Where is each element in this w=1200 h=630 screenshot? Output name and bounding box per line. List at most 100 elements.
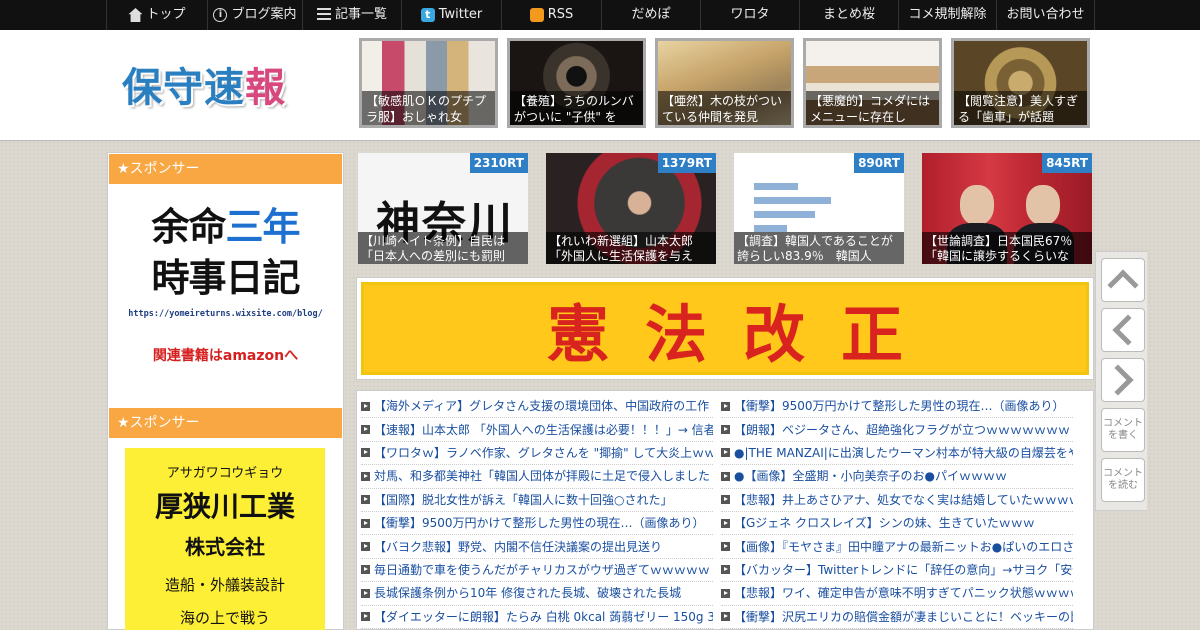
article-link[interactable]: 【朗報】ベジータさん、超絶強化フラグが立つｗｗｗｗｗｗｗ bbox=[721, 418, 1073, 442]
header-thumb[interactable]: 【唖然】木の枝がついている仲間を発見 bbox=[655, 38, 794, 128]
arrow-bullet-icon bbox=[721, 565, 730, 575]
arrow-bullet-icon bbox=[721, 495, 730, 505]
article-link-text: 【衝撃】沢尻エリカの賠償金額が凄まじいことに！ベッキーの比じ bbox=[734, 609, 1073, 624]
top-navigation: トップ i ブログ案内 記事一覧 t Twitter RSS だめぽ ワロタ まとめ… bbox=[0, 0, 1200, 30]
nav-top[interactable]: トップ bbox=[106, 0, 207, 30]
article-link[interactable]: 【悲報】ワイ、確定申告が意味不明すぎてパニック状態ｗｗｗｗｗ bbox=[721, 582, 1073, 606]
ranking-card[interactable]: 神奈川 2310RT 【川崎ヘイト条例】自民は「日本人への差別にも罰則 bbox=[358, 153, 528, 264]
article-link-text: 【画像】『モヤさま』田中瞳アナの最新ニットお●ぱいのエロさがヤ bbox=[734, 539, 1073, 554]
sponsor-banner-yomei[interactable]: 余命三年 時事日記 https://yomeireturns.wixsite.c… bbox=[108, 189, 343, 389]
write-comment-button[interactable]: コメントを書く bbox=[1101, 408, 1145, 452]
article-link-text: 【朗報】ベジータさん、超絶強化フラグが立つｗｗｗｗｗｗｗ bbox=[734, 422, 1071, 437]
article-link[interactable]: ●|THE MANZAI|に出演したウーマン村本が特大級の自爆芸をやらか bbox=[721, 442, 1073, 466]
prev-article-button[interactable] bbox=[1101, 308, 1145, 352]
article-link[interactable]: 【衝撃】9500万円かけて整形した男性の現在…（画像あり） bbox=[721, 395, 1073, 419]
header-thumb[interactable]: 【敏感肌ＯＫのプチプラ服】おしゃれ女 bbox=[359, 38, 498, 128]
read-comment-button[interactable]: コメントを読む bbox=[1101, 458, 1145, 502]
nav-label: お問い合わせ bbox=[1006, 7, 1085, 22]
nav-damepo[interactable]: だめぽ bbox=[601, 0, 700, 30]
logo-accent: 報 bbox=[245, 65, 286, 111]
scroll-top-button[interactable] bbox=[1101, 258, 1145, 302]
article-link[interactable]: 【Gジェネ クロスレイズ】シンの妹、生きていたｗｗｗ bbox=[721, 512, 1073, 536]
arrow-bullet-icon bbox=[721, 612, 730, 622]
nav-article-list[interactable]: 記事一覧 bbox=[302, 0, 401, 30]
article-link[interactable]: ●【画像】全盛期・小向美奈子のお●パイｗｗｗｗ bbox=[721, 465, 1073, 489]
nav-label: トップ bbox=[146, 7, 186, 22]
nav-twitter[interactable]: t Twitter bbox=[401, 0, 501, 30]
sidebar: ★スポンサー 余命三年 時事日記 https://yomeireturns.wi… bbox=[107, 152, 344, 630]
article-link[interactable]: 【悲報】井上あさひアナ、処女でなく実は結婚していたｗｗｗｗｗ bbox=[721, 489, 1073, 512]
arrow-bullet-icon bbox=[361, 425, 370, 435]
nav-label: RSS bbox=[547, 7, 574, 22]
ranking-card[interactable]: 845RT 【世論調査】日本国民67％「韓国に譲歩するくらいな bbox=[922, 153, 1092, 264]
amazon-link[interactable]: 関連書籍はamazonへ bbox=[108, 345, 343, 365]
article-link[interactable]: 【衝撃】沢尻エリカの賠償金額が凄まじいことに！ベッキーの比じ bbox=[721, 606, 1073, 629]
nav-contact[interactable]: お問い合わせ bbox=[996, 0, 1095, 30]
company-tagline: 海の上で戦う bbox=[179, 609, 270, 627]
arrow-bullet-icon bbox=[721, 542, 730, 552]
article-link-text: 【悲報】ワイ、確定申告が意味不明すぎてパニック状態ｗｗｗｗｗ bbox=[734, 586, 1073, 601]
article-link[interactable]: 【ダイエッターに朗報】たらみ 白桃 0kcal 蒟蒻ゼリー 150g 30個 bbox=[361, 606, 713, 629]
article-link[interactable]: 【国際】脱北女性が訴え「韓国人に数十回強○された」 bbox=[361, 489, 713, 512]
article-link-text: ●【画像】全盛期・小向美奈子のお●パイｗｗｗｗ bbox=[734, 469, 1007, 484]
nav-label: まとめ桜 bbox=[822, 7, 875, 22]
banner-title-a: 余命 bbox=[151, 205, 226, 249]
link-column-left: 【海外メディア】グレタさん支援の環境団体、中国政府の工作【速報】山本太郎 「外国… bbox=[361, 395, 713, 629]
ranking-cards: 神奈川 2310RT 【川崎ヘイト条例】自民は「日本人への差別にも罰則 1379… bbox=[358, 153, 1092, 264]
sponsor-heading: ★スポンサー bbox=[109, 408, 342, 438]
home-icon bbox=[128, 8, 143, 22]
article-link[interactable]: 対馬、和多都美神社「韓国人団体が拝殿に土足で侵入しました bbox=[361, 465, 713, 489]
thumb-caption: 【養殖】うちのルンバがついに "子供" を bbox=[510, 91, 643, 125]
next-article-button[interactable] bbox=[1101, 358, 1145, 402]
company-type: 株式会社 bbox=[185, 535, 265, 559]
article-link-text: 【バカッター】Twitterトレンドに「辞任の意向」→サヨク「安倍 bbox=[734, 562, 1073, 577]
article-link[interactable]: 毎日通勤で車を使うんだがチャリカスがウザ過ぎてｗｗｗｗｗ bbox=[361, 559, 713, 583]
article-link[interactable]: 【バカッター】Twitterトレンドに「辞任の意向」→サヨク「安倍 bbox=[721, 559, 1073, 583]
ranking-card[interactable]: 1379RT 【れいわ新選組】山本太郎「外国人に生活保護を与え bbox=[546, 153, 716, 264]
nav-warota[interactable]: ワロタ bbox=[700, 0, 799, 30]
card-chart-image bbox=[754, 183, 864, 239]
article-link[interactable]: 【画像】『モヤさま』田中瞳アナの最新ニットお●ぱいのエロさがヤ bbox=[721, 535, 1073, 559]
nav-label: だめぽ bbox=[631, 7, 671, 22]
article-link[interactable]: 長城保護条例から10年 修復された長城、破壊された長城 bbox=[361, 582, 713, 606]
article-link-text: 【速報】山本太郎 「外国人への生活保護は必要！！！」→ 信者 bbox=[374, 422, 713, 437]
info-icon: i bbox=[213, 8, 228, 22]
header-thumb[interactable]: 【閲覧注意】美人すぎる「歯車」が話題 bbox=[951, 38, 1090, 128]
banner-url: https://yomeireturns.wixsite.com/blog/ bbox=[128, 309, 323, 319]
article-link-text: 毎日通勤で車を使うんだがチャリカスがウザ過ぎてｗｗｗｗｗ bbox=[374, 562, 710, 577]
nav-comment-unblock[interactable]: コメ規制解除 bbox=[898, 0, 996, 30]
nav-rss[interactable]: RSS bbox=[501, 0, 601, 30]
company-business: 造船・外艤装設計 bbox=[164, 576, 285, 594]
card-caption: 【調査】韓国人であることが誇らしい83.9％ 韓国人 bbox=[734, 232, 904, 264]
sponsor-heading: ★スポンサー bbox=[109, 154, 342, 184]
arrow-bullet-icon bbox=[361, 471, 370, 481]
article-link-text: ●|THE MANZAI|に出演したウーマン村本が特大級の自爆芸をやらか bbox=[734, 445, 1073, 460]
article-link[interactable]: 【バヨク悲報】野党、内閣不信任決議案の提出見送り bbox=[361, 535, 713, 559]
header-thumbnails: 【敏感肌ＯＫのプチプラ服】おしゃれ女 【養殖】うちのルンバがついに "子供" を… bbox=[359, 38, 1090, 128]
article-link-text: 【ダイエッターに朗報】たらみ 白桃 0kcal 蒟蒻ゼリー 150g 30個 bbox=[374, 609, 713, 624]
article-link-text: 【衝撃】9500万円かけて整形した男性の現在…（画像あり） bbox=[734, 399, 1065, 414]
arrow-bullet-icon bbox=[721, 448, 730, 458]
article-link[interactable]: 【速報】山本太郎 「外国人への生活保護は必要！！！」→ 信者 bbox=[361, 418, 713, 442]
rt-badge: 845RT bbox=[1042, 153, 1092, 173]
nav-blog-guide[interactable]: i ブログ案内 bbox=[207, 0, 302, 30]
article-link[interactable]: 【ワロタｗ】ラノベ作家、グレタさんを "揶揄" して大炎上ｗｗｗ bbox=[361, 442, 713, 466]
card-caption: 【世論調査】日本国民67％「韓国に譲歩するくらいな bbox=[922, 232, 1092, 264]
site-logo[interactable]: 保守速報 bbox=[122, 55, 286, 113]
rt-badge: 2310RT bbox=[469, 153, 528, 173]
nav-matome-sakura[interactable]: まとめ桜 bbox=[799, 0, 898, 30]
article-link-text: 対馬、和多都美神社「韓国人団体が拝殿に土足で侵入しました bbox=[374, 469, 711, 484]
arrow-bullet-icon bbox=[361, 401, 370, 411]
nav-label: 記事一覧 bbox=[334, 7, 387, 22]
header-thumb[interactable]: 【養殖】うちのルンバがついに "子供" を bbox=[507, 38, 646, 128]
constitution-banner[interactable]: 憲法改正 bbox=[356, 277, 1094, 380]
article-link-text: 【ワロタｗ】ラノベ作家、グレタさんを "揶揄" して大炎上ｗｗｗ bbox=[374, 445, 713, 460]
ranking-card[interactable]: 890RT 【調査】韓国人であることが誇らしい83.9％ 韓国人 bbox=[734, 153, 904, 264]
header-thumb[interactable]: 【悪魔的】コメダにはメニューに存在し bbox=[803, 38, 942, 128]
sponsor-banner-asagawa[interactable]: アサガワコウギョウ 厚狭川工業 株式会社 造船・外艤装設計 海の上で戦う bbox=[125, 448, 325, 630]
arrow-bullet-icon bbox=[361, 495, 370, 505]
article-link[interactable]: 【衝撃】9500万円かけて整形した男性の現在…（画像あり） bbox=[361, 512, 713, 536]
article-link[interactable]: 【海外メディア】グレタさん支援の環境団体、中国政府の工作 bbox=[361, 395, 713, 419]
article-link-text: 【Gジェネ クロスレイズ】シンの妹、生きていたｗｗｗ bbox=[734, 516, 1035, 531]
arrow-bullet-icon bbox=[721, 471, 730, 481]
